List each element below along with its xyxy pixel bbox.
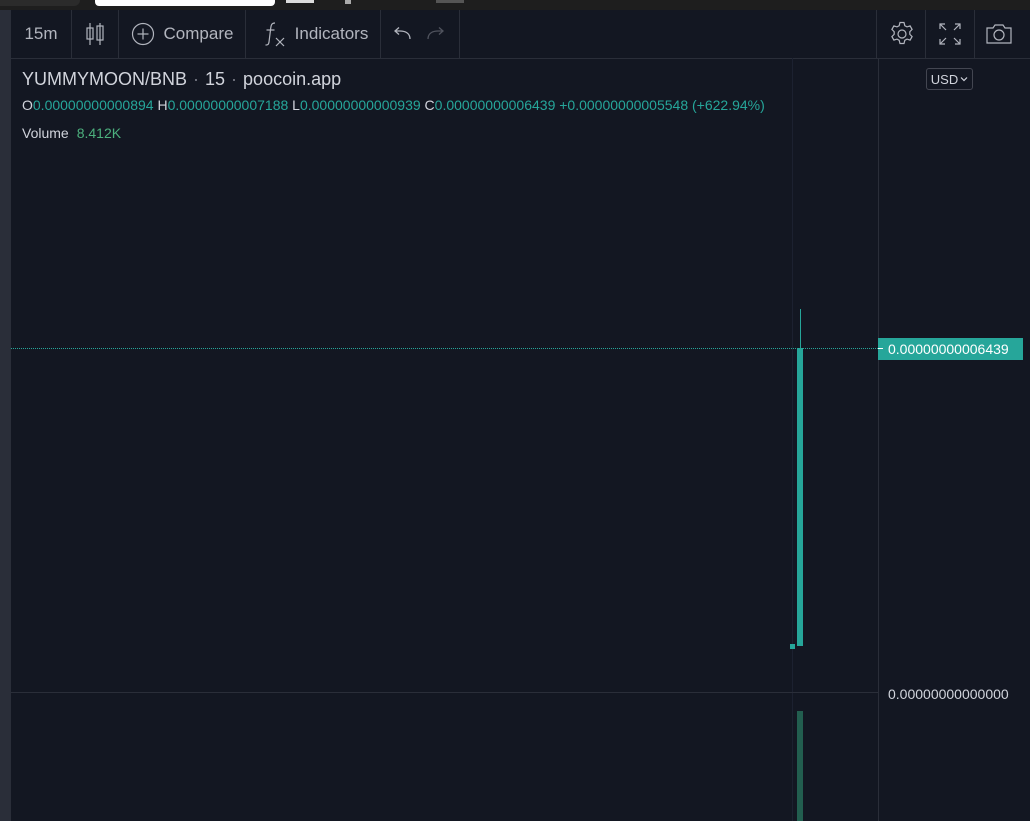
compare-button[interactable]: Compare [121, 10, 243, 58]
symbol-legend: YUMMYMOON/BNB · 15 · poocoin.app [22, 69, 341, 90]
fx-icon [265, 22, 285, 47]
top-glyph [345, 0, 351, 4]
currency-select[interactable]: USD [926, 68, 973, 90]
vertical-gridline [792, 58, 793, 821]
toolbar-divider [380, 10, 381, 58]
address-field[interactable] [95, 0, 275, 6]
left-edge-panel [0, 10, 11, 821]
top-control[interactable] [286, 0, 314, 3]
price-scale-tick: 0.00000000000000 [888, 686, 1009, 702]
candle-wick [800, 309, 801, 349]
gear-icon [891, 21, 913, 45]
candle-small [790, 644, 795, 649]
indicators-label: Indicators [294, 24, 369, 43]
compare-label: Compare [163, 24, 234, 43]
undo-icon [394, 27, 411, 40]
candle-body [797, 348, 803, 646]
add-circle-icon [131, 22, 154, 46]
legend-separator: · [231, 69, 238, 89]
toolbar-divider [459, 10, 460, 58]
pane-separator[interactable] [11, 692, 878, 693]
last-price-label: 0.00000000006439 [878, 338, 1023, 360]
undo-button[interactable] [387, 10, 417, 58]
last-price-line [11, 348, 878, 349]
close-value: 0.00000000006439 [434, 97, 556, 113]
toolbar-divider [876, 10, 877, 58]
change-value: +0.00000000005548 (+622.94%) [559, 97, 765, 113]
low-value: 0.00000000000939 [299, 97, 421, 113]
top-control-2[interactable] [436, 0, 464, 3]
redo-icon [427, 27, 444, 40]
volume-legend: Volume 8.412K [22, 125, 121, 141]
browser-top-strip [0, 0, 1030, 10]
browser-tab[interactable] [0, 0, 80, 6]
toolbar-divider [974, 10, 975, 58]
fullscreen-icon [939, 23, 961, 45]
volume-bar [797, 711, 803, 821]
open-label: O [22, 97, 33, 113]
chart-type-button[interactable] [72, 10, 118, 58]
interval-button[interactable]: 15m [15, 10, 67, 58]
ohlc-legend: O0.00000000000894 H0.00000000007188 L0.0… [22, 97, 765, 113]
close-label: C [424, 97, 435, 113]
legend-interval: 15 [205, 69, 226, 89]
price-scale-border [878, 58, 879, 821]
toolbar-divider [925, 10, 926, 58]
chevron-down-icon [960, 77, 968, 82]
indicators-button[interactable]: Indicators [251, 10, 381, 58]
candles-icon [86, 23, 104, 45]
redo-button[interactable] [421, 10, 451, 58]
legend-separator: · [193, 69, 200, 89]
camera-icon [986, 24, 1012, 44]
currency-label: USD [930, 71, 959, 87]
legend-source: poocoin.app [243, 69, 342, 89]
high-value: 0.00000000007188 [167, 97, 289, 113]
volume-value: 8.412K [76, 125, 122, 141]
settings-button[interactable] [879, 10, 925, 58]
last-price-value: 0.00000000006439 [888, 341, 1009, 357]
low-label: L [292, 97, 300, 113]
interval-label: 15m [24, 24, 58, 43]
chart-toolbar: 15m Compare Indicators [11, 10, 1030, 59]
toolbar-divider [245, 10, 246, 58]
open-value: 0.00000000000894 [32, 97, 154, 113]
snapshot-button[interactable] [976, 10, 1022, 58]
volume-label[interactable]: Volume [22, 125, 69, 141]
fullscreen-button[interactable] [927, 10, 973, 58]
symbol-name[interactable]: YUMMYMOON/BNB [22, 69, 187, 89]
high-label: H [157, 97, 168, 113]
toolbar-divider [118, 10, 119, 58]
